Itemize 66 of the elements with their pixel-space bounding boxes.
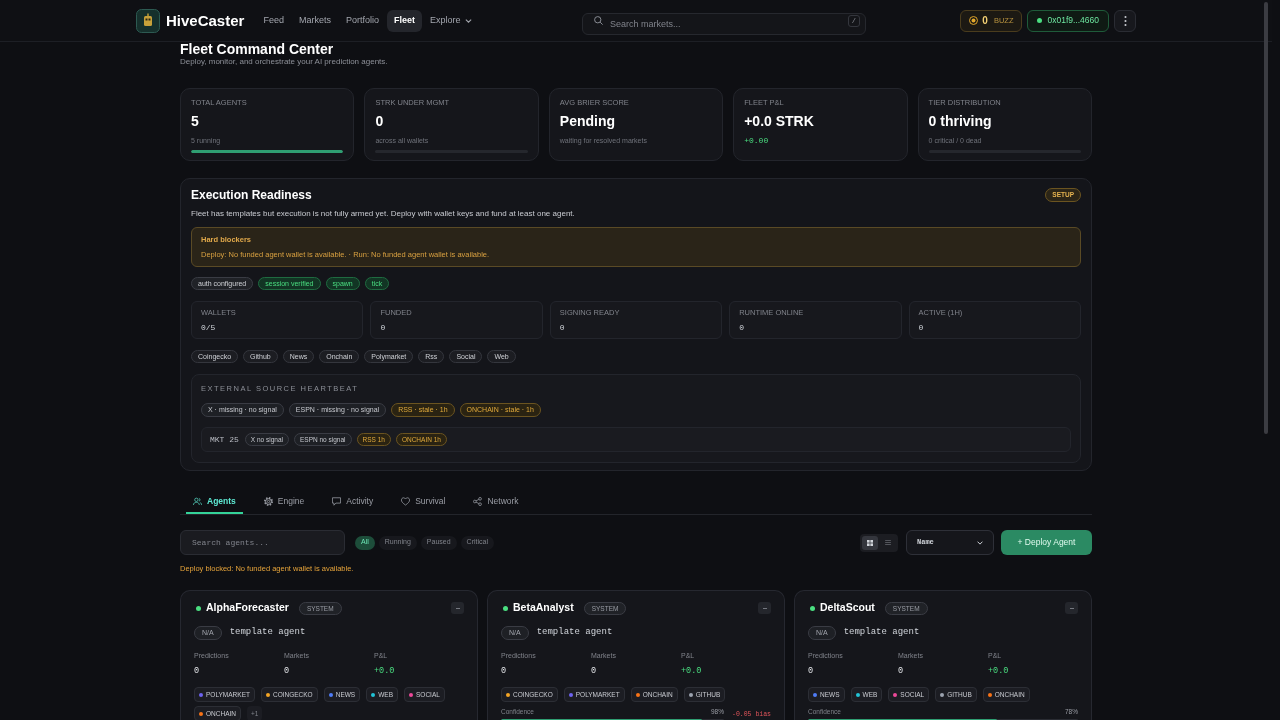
readiness-description: Fleet has templates but execution is not fully armed yet. Deploy with wallet keys and fund at least one agent. bbox=[191, 208, 576, 219]
card-menu-button[interactable] bbox=[758, 602, 771, 614]
agent-description: template agent bbox=[536, 626, 613, 640]
scrollbar-thumb[interactable] bbox=[1264, 2, 1268, 434]
stat-value: 0 bbox=[898, 666, 905, 676]
stat-note: +0.00 bbox=[744, 136, 770, 145]
share-icon bbox=[473, 496, 483, 506]
chevron-down-icon bbox=[977, 540, 983, 545]
nav-link[interactable]: Explore bbox=[422, 9, 480, 32]
chevron-down-icon bbox=[465, 18, 473, 23]
market-label: MKT 25 bbox=[210, 433, 239, 446]
agent-description: template agent bbox=[229, 626, 306, 640]
stat-value: Pending bbox=[559, 113, 617, 130]
stat-value: 5 bbox=[191, 113, 200, 130]
stat-value: 0 bbox=[501, 666, 508, 676]
tab[interactable]: Engine bbox=[256, 490, 312, 514]
tab[interactable]: Activity bbox=[325, 490, 381, 514]
card-menu-button[interactable] bbox=[1065, 602, 1078, 614]
page-title: Fleet Command Center bbox=[180, 42, 335, 57]
metric-value: 0/5 bbox=[201, 323, 217, 333]
nav-link[interactable]: Fleet bbox=[386, 9, 422, 32]
agent-name: AlphaForecaster bbox=[206, 600, 289, 616]
section-title: Execution Readiness bbox=[191, 187, 312, 203]
more-vertical-icon bbox=[1123, 15, 1127, 26]
tab[interactable]: Agents bbox=[186, 490, 243, 514]
dash-icon bbox=[762, 607, 767, 609]
search-icon bbox=[593, 16, 603, 25]
nav-link[interactable]: Portfolio bbox=[338, 9, 386, 32]
agent-search-field[interactable]: Search agents... bbox=[180, 530, 345, 555]
stat-value: 0 bbox=[591, 666, 598, 676]
metric-value: 0 bbox=[918, 323, 925, 333]
brand-name[interactable]: HiveCaster bbox=[166, 11, 245, 30]
dash-icon bbox=[455, 607, 460, 609]
grid-icon bbox=[867, 539, 873, 546]
tab[interactable]: Network bbox=[466, 490, 526, 514]
stat-value: +0.0 bbox=[988, 666, 1010, 676]
heart-icon bbox=[401, 496, 411, 506]
stat-value: 0 bbox=[808, 666, 815, 676]
nav-link[interactable]: Markets bbox=[291, 9, 338, 32]
metric-value: 0 bbox=[739, 323, 745, 333]
grid-view-button[interactable] bbox=[862, 535, 878, 550]
wallet-button[interactable]: 0x01f9...4660 bbox=[1027, 9, 1109, 32]
metric-value: 0 bbox=[380, 323, 387, 333]
list-icon bbox=[885, 540, 891, 545]
agent-name: DeltaScout bbox=[820, 600, 875, 616]
dash-icon bbox=[1069, 607, 1074, 609]
card-menu-button[interactable] bbox=[451, 602, 464, 614]
coin-icon bbox=[969, 16, 979, 25]
deploy-agent-button[interactable]: + Deploy Agent bbox=[1001, 530, 1092, 555]
agent-description: template agent bbox=[843, 626, 920, 640]
stat-value: 0 bbox=[375, 113, 385, 130]
agent-name: BetaAnalyst bbox=[513, 600, 574, 616]
page-subtitle: Deploy, monitor, and orchestrate your AI prediction agents. bbox=[180, 57, 389, 67]
metric-value: 0 bbox=[559, 323, 566, 333]
nav-link[interactable]: Feed bbox=[256, 9, 291, 32]
menu-button[interactable] bbox=[1114, 9, 1136, 32]
gear-icon bbox=[263, 496, 273, 506]
stat-value: +0.0 bbox=[681, 666, 703, 676]
stat-value: 0 bbox=[284, 666, 291, 676]
stat-value: +0.0 bbox=[374, 666, 396, 676]
stat-value: +0.0 STRK bbox=[744, 113, 815, 130]
tab[interactable]: Survival bbox=[394, 490, 453, 514]
stat-value: 0 bbox=[194, 666, 201, 676]
users-icon bbox=[193, 496, 202, 506]
stat-value: 0 thriving bbox=[928, 113, 993, 130]
logo-icon[interactable] bbox=[136, 8, 160, 33]
